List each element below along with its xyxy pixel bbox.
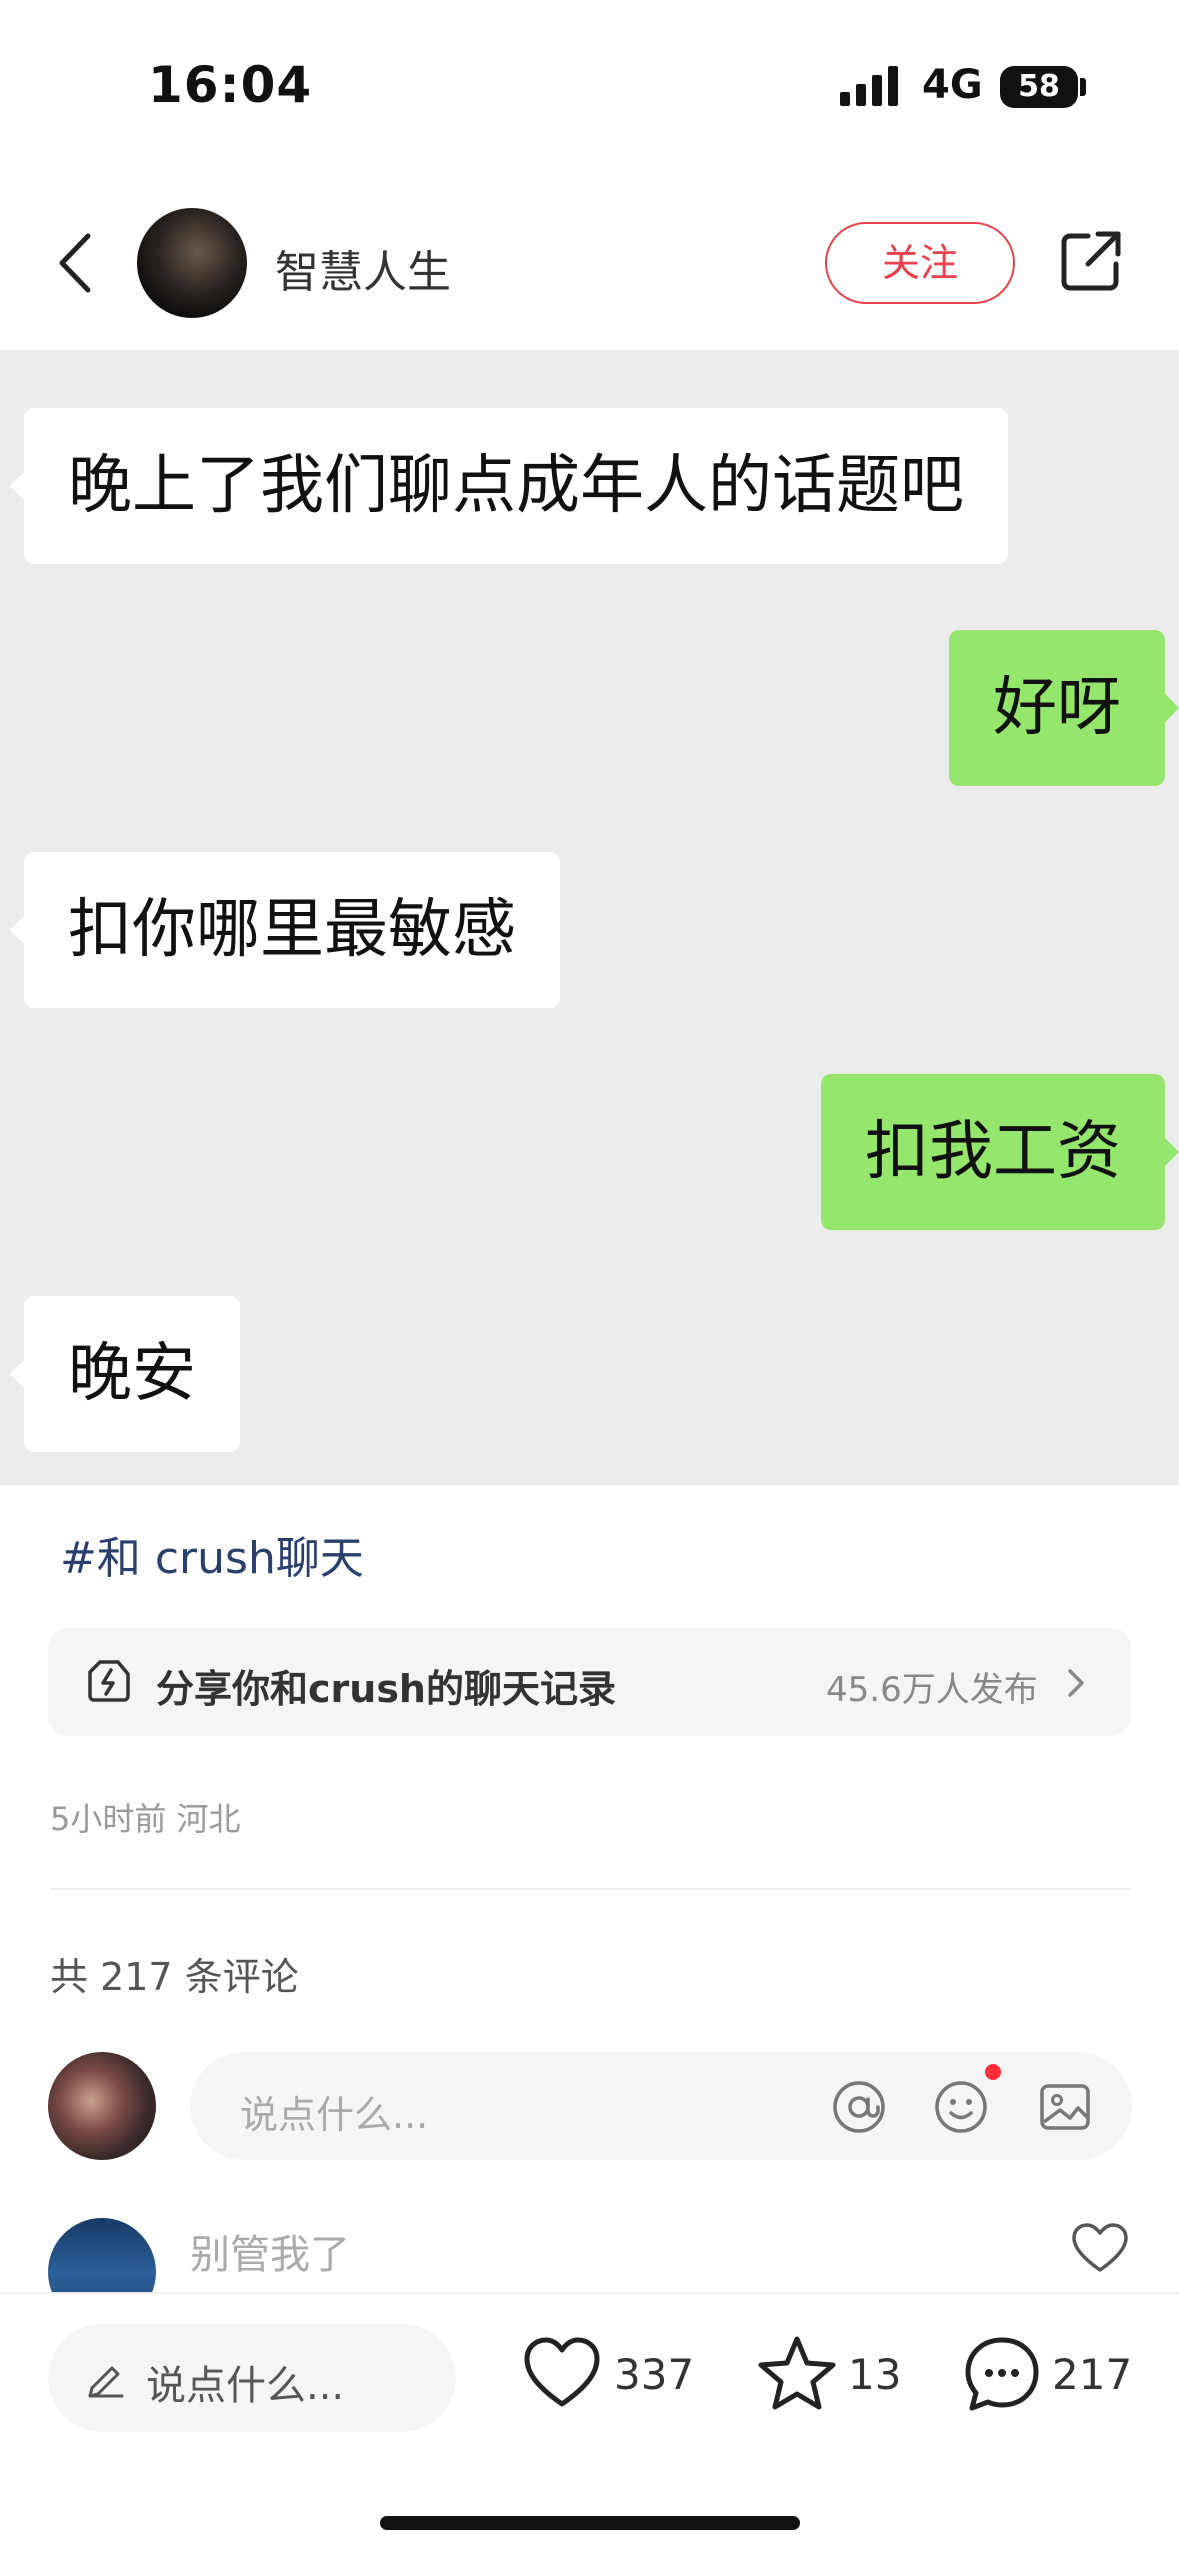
share-icon[interactable] <box>1058 228 1124 294</box>
chat-screenshot[interactable]: 晚上了我们聊点成年人的话题吧 好呀 扣你哪里最敏感 扣我工资 晚安 <box>0 350 1179 1485</box>
back-icon[interactable] <box>50 228 100 298</box>
heart-icon[interactable] <box>1070 2222 1130 2274</box>
notification-dot <box>985 2064 1001 2080</box>
battery-tip <box>1080 78 1086 96</box>
like-count: 337 <box>614 2350 695 2399</box>
my-avatar <box>48 2052 156 2160</box>
battery-level: 58 <box>1000 66 1078 108</box>
bottom-input-placeholder: 说点什么... <box>146 2363 345 2409</box>
chat-bubble-received: 晚上了我们聊点成年人的话题吧 <box>10 408 1008 564</box>
comment-placeholder: 说点什么... <box>240 2093 429 2137</box>
pencil-icon <box>88 2366 124 2398</box>
follow-button[interactable]: 关注 <box>825 222 1015 304</box>
chevron-right-icon <box>1068 1669 1084 1697</box>
promo-text: 分享你和crush的聊天记录 <box>156 1667 616 1711</box>
chat-bubble-received: 晚安 <box>10 1296 240 1452</box>
status-time: 16:04 <box>148 56 313 114</box>
comment-count: 共 217 条评论 <box>50 1955 299 1999</box>
chat-bubble-sent: 扣我工资 <box>821 1074 1179 1230</box>
chat-bubble-received: 扣你哪里最敏感 <box>10 852 560 1008</box>
network-type: 4G <box>922 62 983 108</box>
divider <box>50 1888 1131 1890</box>
home-indicator <box>380 2516 800 2530</box>
chat-bubble-sent: 好呀 <box>949 630 1179 786</box>
comment-text: 别管我了 <box>190 2232 350 2278</box>
star-count: 13 <box>848 2350 902 2399</box>
heart-icon[interactable] <box>522 2336 602 2410</box>
author-name[interactable]: 智慧人生 <box>275 236 451 300</box>
author-avatar[interactable] <box>137 208 247 318</box>
signal-icon <box>840 66 898 106</box>
promo-count: 45.6万人发布 <box>826 1670 1038 1710</box>
comment-total: 217 <box>1052 2350 1133 2399</box>
image-icon[interactable] <box>1036 2078 1094 2136</box>
chat-bubble-icon[interactable] <box>962 2334 1042 2414</box>
post-meta: 5小时前 河北 <box>50 1800 241 1838</box>
at-icon[interactable] <box>830 2078 888 2136</box>
topic-tag[interactable]: #和 crush聊天 <box>60 1522 364 1586</box>
topic-spark-icon <box>88 1660 130 1702</box>
star-icon[interactable] <box>756 2334 838 2412</box>
emoji-icon[interactable] <box>932 2078 990 2136</box>
